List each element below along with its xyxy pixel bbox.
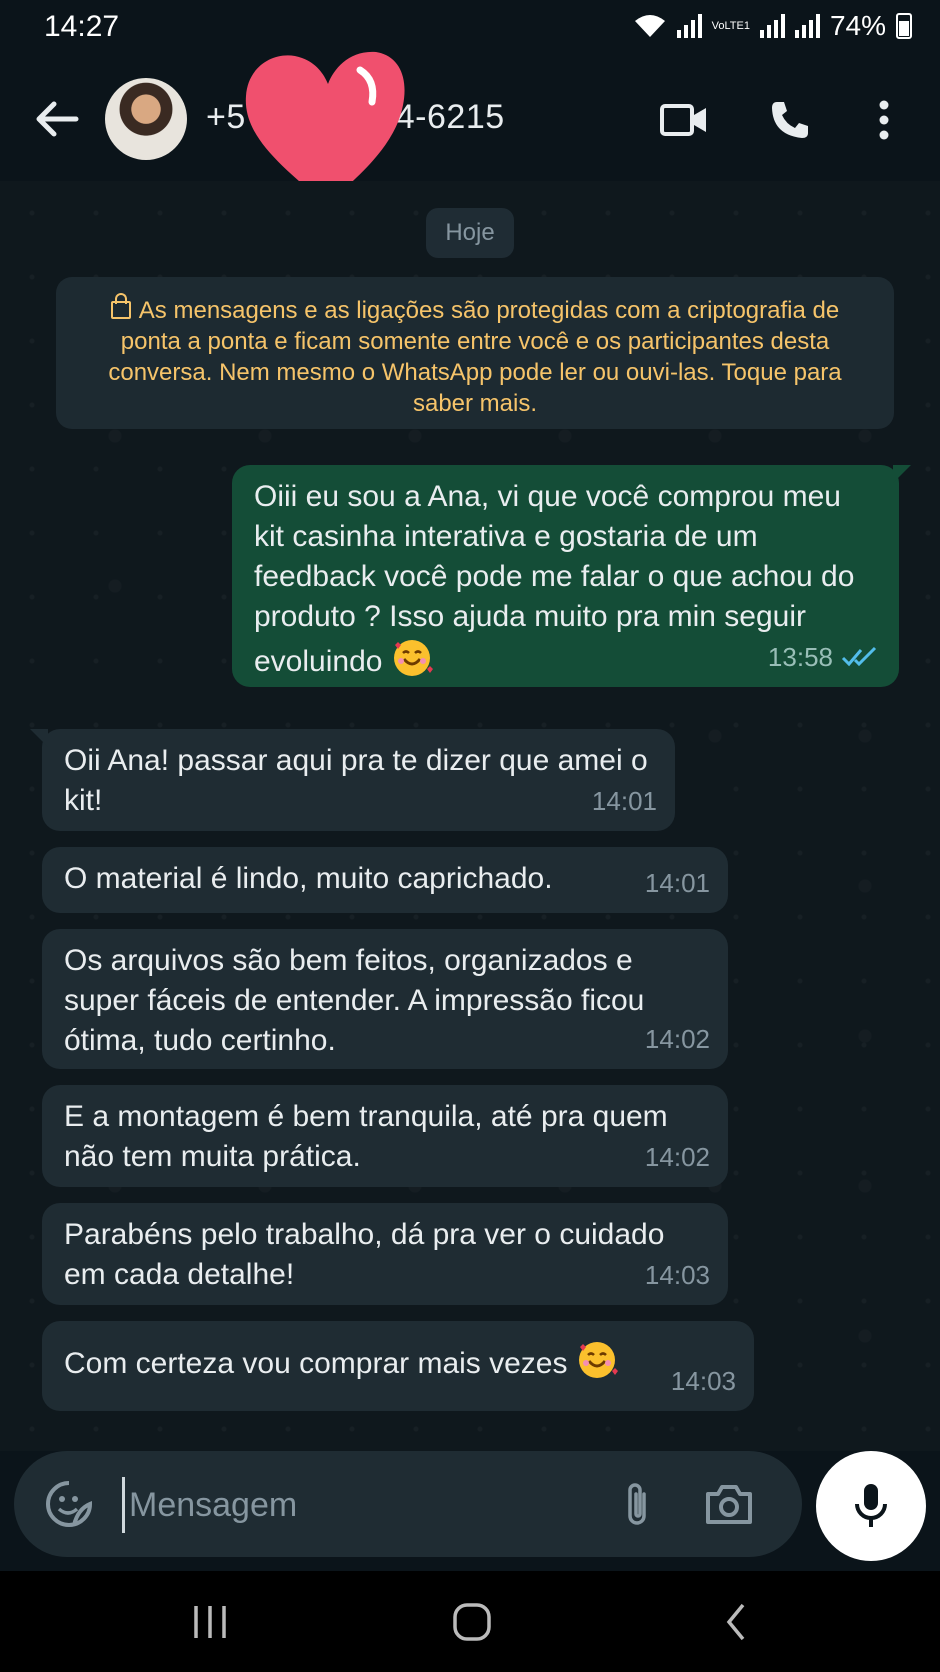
message-meta: 14:01 bbox=[592, 781, 657, 821]
message-time: 14:01 bbox=[591, 786, 657, 816]
phone-icon bbox=[772, 102, 808, 138]
message-bubble-incoming[interactable]: Os arquivos são bem feitos, organizados … bbox=[42, 929, 728, 1069]
message-bubble-outgoing[interactable]: Oiii eu sou a Ana, vi que você comprou m… bbox=[232, 465, 911, 687]
message-meta: 14:02 bbox=[645, 1137, 710, 1177]
message-bubble-incoming[interactable]: Parabéns pelo trabalho, dá pra ver o cui… bbox=[42, 1203, 728, 1305]
message-time: 14:02 bbox=[644, 1024, 710, 1054]
signal-icon-3 bbox=[794, 14, 820, 38]
recents-icon bbox=[194, 1606, 226, 1638]
message-time: 14:01 bbox=[644, 868, 710, 898]
network-label: VoLTE1 bbox=[711, 19, 750, 32]
wifi-icon bbox=[634, 15, 665, 37]
back-nav-button[interactable] bbox=[706, 1597, 766, 1647]
smiling-face-with-hearts-icon bbox=[393, 640, 433, 676]
encryption-notice[interactable]: As mensagens e as ligações são protegida… bbox=[56, 277, 894, 429]
encryption-notice-text: As mensagens e as ligações são protegida… bbox=[108, 297, 842, 417]
status-bar: 14:27 VoLTE1 74% bbox=[0, 0, 940, 56]
sticker-button[interactable] bbox=[40, 1475, 98, 1533]
message-time: 14:03 bbox=[644, 1260, 710, 1290]
smiling-face-with-hearts-icon bbox=[578, 1342, 618, 1378]
more-vertical-icon bbox=[879, 100, 889, 140]
bubble-tail bbox=[30, 729, 48, 747]
bubble-tail bbox=[893, 465, 911, 483]
message-time: 13:58 bbox=[767, 642, 833, 672]
message-text: Parabéns pelo trabalho, dá pra ver o cui… bbox=[64, 1218, 673, 1291]
recents-button[interactable] bbox=[180, 1597, 240, 1647]
message-meta: 13:58 bbox=[768, 637, 881, 677]
voice-call-button[interactable] bbox=[762, 92, 818, 148]
message-meta: 14:03 bbox=[671, 1361, 736, 1401]
microphone-icon bbox=[855, 1484, 887, 1527]
voice-record-button[interactable] bbox=[816, 1451, 926, 1561]
paperclip-icon bbox=[628, 1483, 646, 1525]
composer bbox=[0, 1451, 940, 1571]
chevron-left-icon bbox=[726, 1603, 745, 1641]
chat-header: +5 4-6215 bbox=[0, 51, 940, 204]
message-text: E a montagem é bem tranquila, até pra qu… bbox=[64, 1100, 677, 1173]
home-button[interactable] bbox=[442, 1597, 502, 1647]
menu-button[interactable] bbox=[856, 92, 912, 148]
video-camera-icon bbox=[660, 104, 706, 136]
message-input[interactable] bbox=[122, 1477, 591, 1533]
sticker-icon bbox=[46, 1481, 93, 1527]
message-meta: 14:01 bbox=[645, 863, 710, 903]
signal-icon-2 bbox=[759, 14, 785, 38]
message-meta: 14:02 bbox=[645, 1019, 710, 1059]
system-navigation-bar bbox=[0, 1571, 940, 1672]
message-bubble-incoming[interactable]: Oii Ana! passar aqui pra te dizer que am… bbox=[30, 729, 675, 831]
message-text: Oii Ana! passar aqui pra te dizer que am… bbox=[64, 744, 657, 817]
battery-percent: 74% bbox=[829, 10, 886, 41]
message-bubble-incoming[interactable]: E a montagem é bem tranquila, até pra qu… bbox=[42, 1085, 728, 1187]
video-call-button[interactable] bbox=[656, 92, 712, 148]
status-indicators: VoLTE1 74% bbox=[633, 10, 912, 42]
message-text: Com certeza vou comprar mais vezes bbox=[64, 1347, 568, 1380]
message-text: Os arquivos são bem feitos, organizados … bbox=[64, 944, 653, 1057]
message-meta: 14:03 bbox=[645, 1255, 710, 1295]
camera-button[interactable] bbox=[700, 1475, 758, 1533]
battery-icon bbox=[896, 13, 912, 39]
status-time: 14:27 bbox=[44, 10, 120, 43]
date-divider: Hoje bbox=[426, 208, 514, 258]
message-text: O material é lindo, muito caprichado. bbox=[64, 862, 553, 895]
message-time: 14:02 bbox=[644, 1142, 710, 1172]
double-check-icon bbox=[841, 646, 877, 667]
camera-icon bbox=[706, 1485, 752, 1524]
message-bubble-incoming[interactable]: Com certeza vou comprar mais vezes 14:03 bbox=[42, 1321, 754, 1411]
contact-avatar[interactable] bbox=[105, 78, 187, 160]
attach-button[interactable] bbox=[608, 1475, 666, 1533]
message-list[interactable]: Hoje As mensagens e as ligações são prot… bbox=[0, 181, 940, 1451]
home-icon bbox=[453, 1603, 491, 1641]
arrow-left-icon bbox=[36, 101, 79, 137]
back-button[interactable] bbox=[32, 94, 82, 144]
message-time: 14:03 bbox=[670, 1366, 736, 1396]
message-bubble-incoming[interactable]: O material é lindo, muito caprichado. 14… bbox=[42, 847, 728, 913]
message-input-container bbox=[14, 1451, 802, 1557]
lock-icon bbox=[110, 293, 131, 319]
signal-icon bbox=[676, 14, 702, 38]
